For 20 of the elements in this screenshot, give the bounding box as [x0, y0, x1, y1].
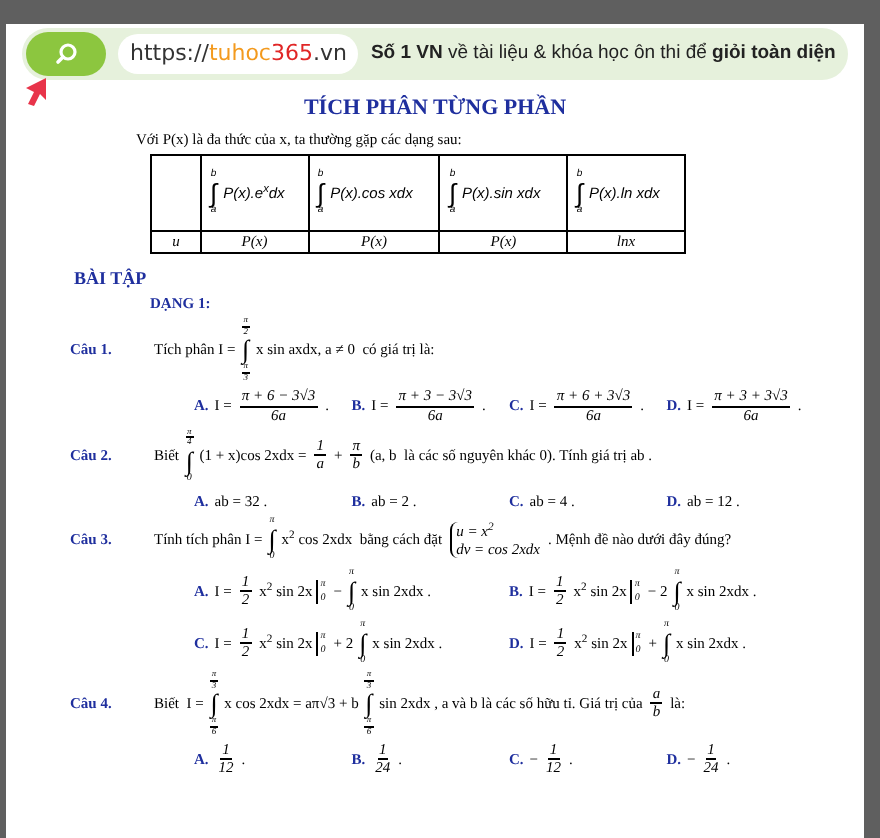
integral-sign: ∫: [365, 690, 373, 716]
integral-sign: ∫: [210, 179, 218, 206]
integral-sign: ∫: [359, 630, 367, 656]
search-icon: [54, 42, 78, 66]
integral-sign: ∫: [185, 447, 193, 474]
integral-sign: ∫: [347, 578, 356, 604]
section-heading: BÀI TẬP: [74, 265, 149, 292]
banner-tagline: Số 1 VN về tài liệu & khóa học ôn thi để giỏi toàn diện: [370, 39, 836, 68]
integral-sign: ∫: [673, 578, 681, 604]
integral-sign: ∫: [242, 336, 250, 363]
integral-sign: ∫: [268, 526, 276, 552]
integral-sign: ∫: [662, 630, 671, 656]
document-title: TÍCH PHÂN TỪNG PHẦN: [301, 92, 569, 124]
integral-sign: ∫: [448, 179, 457, 206]
search-button[interactable]: [26, 32, 106, 76]
integral-sign: ∫: [575, 179, 583, 206]
integral-sign: ∫: [317, 179, 325, 206]
website-url[interactable]: https://tuhoc365.vn: [118, 33, 359, 75]
cursor-arrow-icon: [22, 76, 50, 108]
integral-sign: ∫: [210, 690, 218, 716]
